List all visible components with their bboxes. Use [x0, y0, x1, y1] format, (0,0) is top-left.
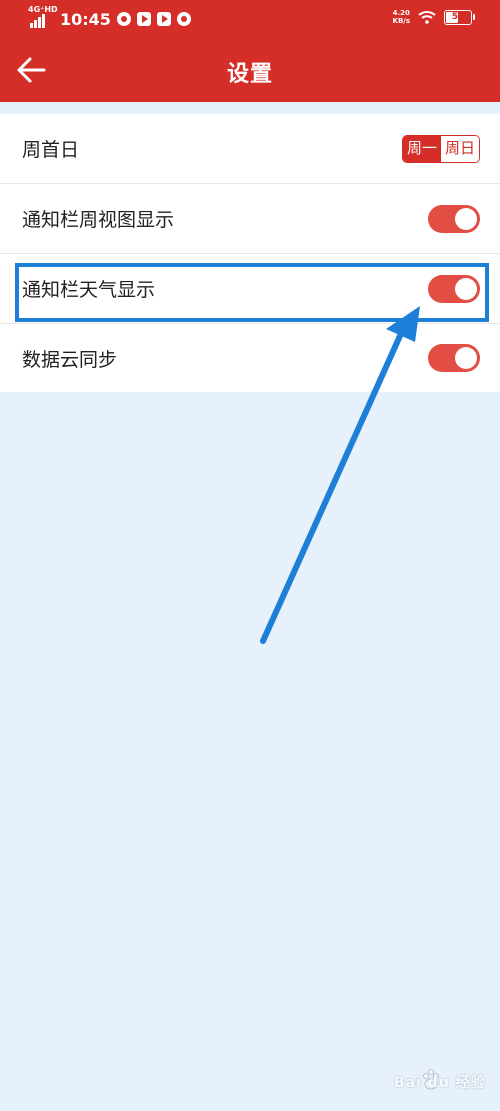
- notification-app-icon: [116, 12, 131, 26]
- signal-icon: 4G⁺HD: [28, 5, 58, 30]
- setting-row-cloud-sync: 数据云同步: [0, 324, 500, 392]
- setting-row-week-start: 周首日 周一 周日: [0, 114, 500, 184]
- setting-label: 通知栏天气显示: [22, 279, 156, 301]
- sync-notification-icon: [176, 12, 191, 26]
- wifi-icon: [418, 11, 436, 24]
- page-title: 设置: [226, 62, 273, 87]
- app-header: 4G⁺HD 10:45 4.20 KB/s 54 设置: [0, 0, 500, 102]
- battery-icon: 54: [444, 9, 475, 25]
- setting-label: 数据云同步: [22, 348, 118, 371]
- status-bar: 4G⁺HD 10:45 4.20 KB/s 54: [0, 0, 500, 38]
- setting-row-notification-week-view: 通知栏周视图显示: [0, 184, 500, 254]
- settings-list: 周首日 周一 周日 通知栏周视图显示 通知栏天气显示 数据云同步: [0, 114, 500, 392]
- toggle-knob: [455, 207, 477, 230]
- clock-time: 10:45: [60, 9, 111, 29]
- network-speed: 4.20 KB/s: [393, 9, 410, 25]
- setting-label: 周首日: [22, 139, 80, 161]
- toggle-knob: [455, 347, 477, 369]
- week-start-monday-option[interactable]: 周一: [402, 135, 441, 162]
- week-start-selector: 周一 周日: [401, 134, 480, 163]
- status-right: 4.20 KB/s 54: [393, 9, 475, 25]
- setting-label: 通知栏周视图显示: [22, 209, 175, 231]
- status-left: 4G⁺HD 10:45: [28, 5, 191, 30]
- play-notification-icon: [156, 12, 171, 26]
- setting-row-notification-weather: 通知栏天气显示: [0, 254, 500, 324]
- battery-level: 54: [451, 11, 465, 22]
- toggle-knob: [455, 277, 477, 300]
- watermark-text: Bai du 经验: [394, 1075, 486, 1091]
- nav-bar: 设置: [0, 38, 500, 102]
- speed-value: 4.20: [392, 9, 410, 17]
- cloud-sync-toggle[interactable]: [428, 344, 480, 372]
- notification-weather-toggle[interactable]: [428, 274, 480, 303]
- video-notification-icon: [136, 12, 151, 26]
- speed-unit: KB/s: [392, 17, 410, 25]
- notification-week-view-toggle[interactable]: [428, 204, 480, 233]
- baidu-watermark: Bai du 经验: [394, 1066, 486, 1096]
- network-type-label: 4G⁺HD: [28, 5, 58, 14]
- week-start-sunday-option[interactable]: 周日: [440, 135, 479, 162]
